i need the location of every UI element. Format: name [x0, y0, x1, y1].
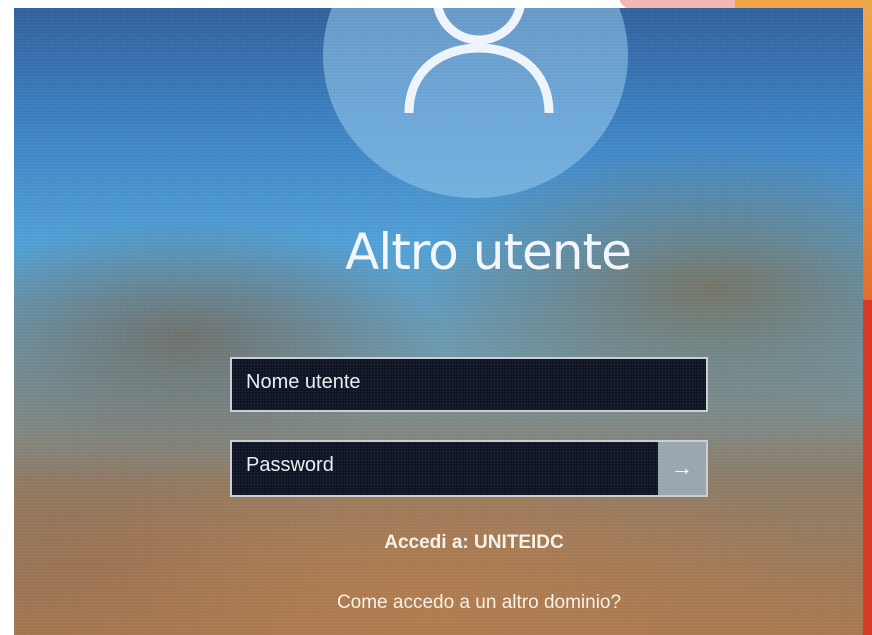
submit-button[interactable]: → — [658, 442, 706, 495]
signin-domain-label: Accedi a: UNITEIDC — [384, 532, 564, 553]
password-field[interactable]: Password → — [230, 440, 708, 497]
other-domain-link[interactable]: Come accedo a un altro dominio? — [14, 592, 863, 614]
user-icon — [404, 8, 554, 114]
lock-screen-photo: Altro utente Nome utente Password → Acce… — [14, 8, 863, 635]
arrow-right-icon: → — [671, 455, 693, 480]
username-placeholder: Nome utente — [246, 371, 361, 393]
page-title: Altro utente — [345, 223, 632, 281]
username-field[interactable]: Nome utente — [230, 357, 708, 412]
password-placeholder: Password — [246, 454, 334, 476]
